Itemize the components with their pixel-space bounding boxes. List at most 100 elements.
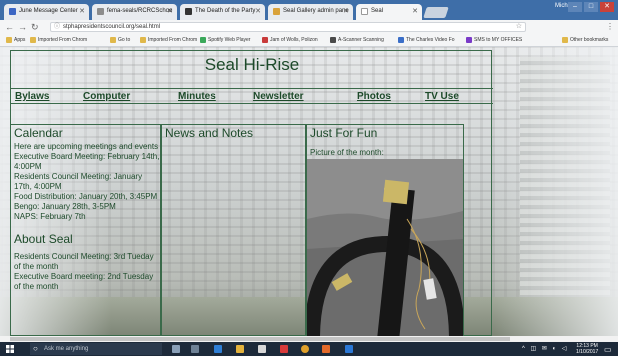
maximize-icon[interactable]: □ [584, 2, 598, 12]
tab-fema-seals[interactable]: fema-seals/RCRCSchoo ✕ [92, 4, 177, 20]
windows-taskbar: ○ Ask me anything ^ ◫ ✉ ◐ ◁ 12:13 PM 1/1… [0, 342, 618, 356]
new-tab-button[interactable] [423, 7, 449, 18]
about-heading: About Seal [14, 232, 73, 246]
folder-icon [110, 37, 116, 43]
close-window-icon[interactable]: ✕ [600, 2, 614, 12]
calendar-line: NAPS: February 7th [14, 212, 86, 221]
back-icon[interactable]: ← [5, 22, 14, 32]
nav-link-photos[interactable]: Photos [357, 91, 391, 102]
forward-icon[interactable]: → [18, 22, 27, 32]
scrollbar-thumb[interactable] [10, 337, 510, 341]
calendar-line: Residents Council Meeting: January 17th,… [14, 172, 143, 191]
nav-link-newsletter[interactable]: Newsletter [253, 91, 304, 102]
address-text: stphapresidentscouncil.org/seal.html [63, 24, 161, 30]
info-icon[interactable]: ⓘ [54, 23, 60, 31]
nav-link-computer[interactable]: Computer [83, 91, 130, 102]
bookmark-item[interactable]: A-Scanner Scanning [330, 37, 384, 43]
spotify-icon [200, 37, 206, 43]
cortana-icon: ○ [33, 344, 38, 353]
tab-label: Seal Gallery admin pane [283, 8, 349, 14]
tab-favicon-icon [97, 8, 104, 15]
bookmark-item[interactable]: Spotify Web Player [200, 37, 250, 43]
bookmark-item[interactable]: Imported From Chrom [140, 37, 197, 43]
folder-icon [30, 37, 36, 43]
tab-seal[interactable]: Seal ✕ [356, 4, 422, 20]
browser-toolbar: ← → ↻ ⓘ stphapresidentscouncil.org/seal.… [0, 20, 618, 50]
address-bar[interactable]: ⓘ stphapresidentscouncil.org/seal.html ☆ [50, 22, 526, 32]
chrome-icon[interactable] [301, 345, 309, 353]
taskbar-app-icon[interactable] [345, 345, 353, 353]
nav-link-tv-use[interactable]: TV Use [425, 91, 459, 102]
tab-label: June Message Center [19, 8, 78, 14]
bookmark-item[interactable]: SMS to MY OFFICES [466, 37, 522, 43]
minimize-icon[interactable]: – [568, 2, 582, 12]
apps-icon [6, 37, 12, 43]
tab-favicon-icon [273, 8, 280, 15]
folder-icon [140, 37, 146, 43]
photo-caption: Picture of the month: [310, 148, 384, 157]
bookmark-favicon-icon [330, 37, 336, 43]
taskbar-clock[interactable]: 12:13 PM 1/10/2017 [576, 343, 598, 355]
system-tray-icons[interactable]: ^ ◫ ✉ ◐ ◁ [522, 345, 568, 352]
calendar-line: Executive Board Meeting: February 14th, … [14, 152, 160, 171]
fun-heading: Just For Fun [310, 126, 378, 140]
about-line: Residents Council Meeting: 3rd Tueday of… [14, 252, 154, 271]
bookmark-favicon-icon [262, 37, 268, 43]
menu-icon[interactable]: ⋮ [606, 22, 614, 32]
task-view-icon[interactable] [191, 345, 199, 353]
windows-start-icon[interactable] [6, 345, 14, 353]
bookmarks-bar: Apps Imported From Chrom Go to Imported … [0, 34, 618, 47]
close-tab-icon[interactable]: ✕ [343, 7, 349, 15]
taskbar-search-placeholder: Ask me anything [44, 346, 89, 352]
microphone-icon[interactable] [172, 345, 180, 353]
taskbar-app-icon[interactable] [322, 345, 330, 353]
bookmark-item[interactable]: Apps [6, 37, 25, 43]
fun-column: Just For Fun Picture of the month: [306, 124, 464, 336]
bookmark-favicon-icon [466, 37, 472, 43]
calendar-line: Bengo: January 28th, 3-5PM [14, 202, 116, 211]
about-list: Residents Council Meeting: 3rd Tueday of… [14, 252, 160, 292]
folder-icon [562, 37, 568, 43]
window-controls: – □ ✕ [568, 2, 614, 12]
tab-favicon-icon [185, 8, 192, 15]
site-frame: Seal Hi-Rise Bylaws Computer Minutes New… [10, 50, 493, 336]
about-line: Executive Board meeting: 2nd Tuesday of … [14, 272, 154, 291]
calendar-column: Calendar Here are upcoming meetings and … [11, 124, 161, 336]
taskbar-app-icon[interactable] [280, 345, 288, 353]
taskbar-search[interactable]: ○ Ask me anything [30, 343, 162, 355]
calendar-list: Here are upcoming meetings and events Ex… [14, 142, 160, 222]
bookmark-star-icon[interactable]: ☆ [516, 23, 522, 31]
bookmark-item[interactable]: Go to [110, 37, 130, 43]
tab-label: fema-seals/RCRCSchoo [107, 8, 173, 14]
tab-label: The Death of the Party [195, 8, 256, 14]
reload-icon[interactable]: ↻ [31, 22, 39, 32]
notifications-icon[interactable]: ▭ [604, 345, 612, 354]
tab-death-of-party[interactable]: The Death of the Party ✕ [180, 4, 265, 20]
bookmark-item[interactable]: Imported From Chrom [30, 37, 87, 43]
tab-june-message-center[interactable]: June Message Center ✕ [4, 4, 89, 20]
bookmark-item[interactable]: Jam of Wolls, Polizon [262, 37, 318, 43]
tab-seal-gallery-admin[interactable]: Seal Gallery admin pane ✕ [268, 4, 353, 20]
calendar-heading: Calendar [14, 126, 63, 140]
close-tab-icon[interactable]: ✕ [255, 7, 261, 15]
bookmark-item[interactable]: The Charles Video Fo [398, 37, 455, 43]
browser-chrome: June Message Center ✕ fema-seals/RCRCSch… [0, 0, 618, 50]
bookmark-favicon-icon [398, 37, 404, 43]
page-viewport: Seal Hi-Rise Bylaws Computer Minutes New… [0, 47, 618, 336]
edge-icon[interactable] [214, 345, 222, 353]
nav-link-minutes[interactable]: Minutes [178, 91, 216, 102]
site-nav: Bylaws Computer Minutes Newsletter Photo… [11, 88, 493, 104]
tab-favicon-icon [361, 8, 368, 15]
store-icon[interactable] [258, 345, 266, 353]
nav-link-bylaws[interactable]: Bylaws [15, 91, 49, 102]
news-heading: News and Notes [165, 126, 254, 140]
close-tab-icon[interactable]: ✕ [412, 7, 418, 15]
picture-of-the-month[interactable] [307, 159, 463, 336]
close-tab-icon[interactable]: ✕ [167, 7, 173, 15]
news-column: News and Notes [161, 124, 306, 336]
close-tab-icon[interactable]: ✕ [79, 7, 85, 15]
other-bookmarks[interactable]: Other bookmarks [562, 37, 608, 43]
seal-photo-image [307, 159, 463, 336]
file-explorer-icon[interactable] [236, 345, 244, 353]
tab-strip: June Message Center ✕ fema-seals/RCRCSch… [0, 0, 618, 20]
